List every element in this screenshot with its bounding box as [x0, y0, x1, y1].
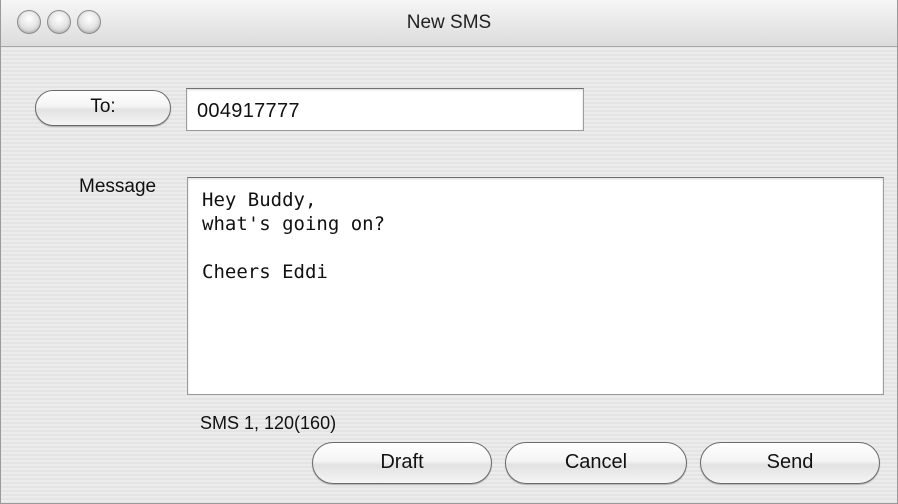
message-label: Message	[79, 176, 157, 197]
to-field-value: 004917777	[197, 100, 300, 122]
send-button[interactable]: Send	[700, 442, 880, 484]
message-text: Hey Buddy, what's going on? Cheers Eddi	[202, 189, 386, 283]
sms-counter-status: SMS 1, 120(160)	[200, 413, 337, 433]
to-button[interactable]: To:	[35, 90, 171, 126]
draft-button[interactable]: Draft	[312, 442, 492, 484]
title-bar[interactable]: New SMS	[1, 0, 897, 47]
window-title: New SMS	[406, 12, 492, 33]
message-textarea[interactable]: Hey Buddy, what's going on? Cheers Eddi	[187, 177, 884, 395]
sms-window: New SMS To: 004917777 Message Hey Buddy,…	[0, 0, 898, 504]
to-field[interactable]: 004917777	[186, 88, 584, 131]
cancel-button[interactable]: Cancel	[505, 442, 687, 484]
